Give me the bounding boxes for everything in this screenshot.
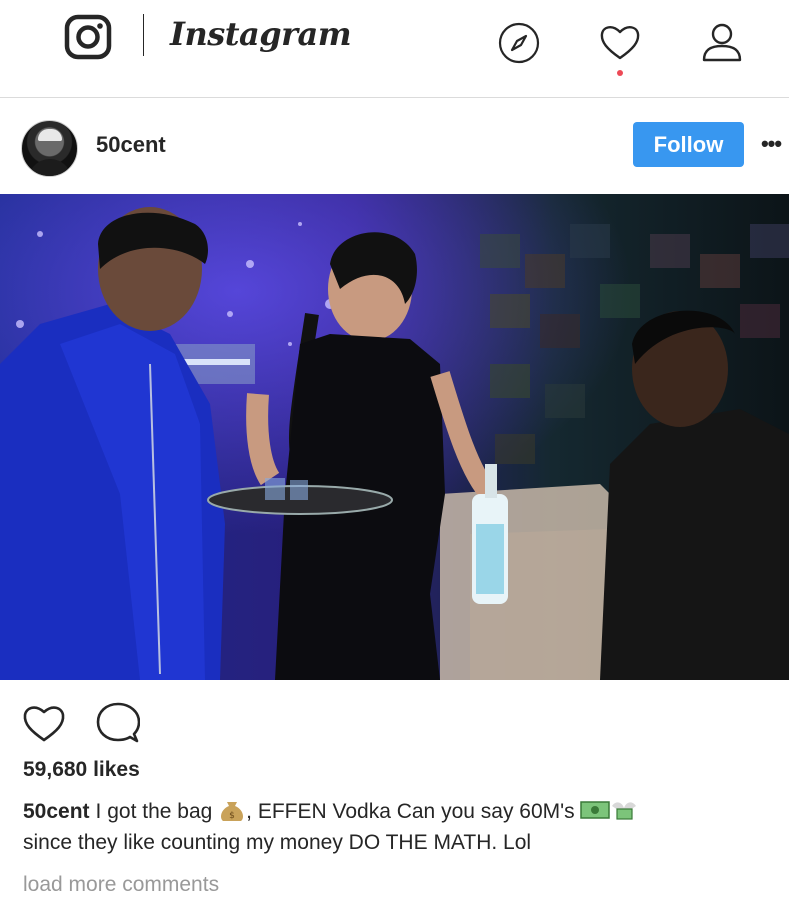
avatar-shoulders-shape [28, 159, 72, 176]
likes-count[interactable]: 59,680 likes [23, 758, 140, 782]
more-options-icon[interactable]: ••• [756, 126, 786, 162]
post-header: 50cent Follow ••• [0, 98, 789, 194]
post-photo-scene [0, 194, 789, 680]
caption-text-part3: since they like counting my money DO THE… [23, 831, 532, 854]
notification-dot [617, 70, 623, 76]
logo-divider [143, 14, 144, 56]
caption-text-part2: , EFFEN Vodka Can you say 60M's [246, 800, 575, 823]
post-actions-area: 59,680 likes 50cent I got the bag $ , EFF… [0, 680, 789, 903]
like-heart-icon[interactable] [22, 703, 66, 743]
activity-heart-icon[interactable] [599, 22, 641, 64]
post-photo[interactable] [0, 194, 789, 680]
avatar-cap-shape [38, 129, 62, 141]
top-navigation-bar: Instagram [0, 0, 789, 98]
post-username[interactable]: 50cent [96, 132, 166, 158]
money-bag-emoji: $ [221, 802, 244, 821]
explore-compass-icon[interactable] [498, 22, 540, 64]
money-with-wings-emoji [612, 802, 637, 820]
post-caption: 50cent I got the bag $ , EFFEN Vodka Can … [23, 796, 763, 858]
caption-text-part1: I got the bag [95, 800, 213, 823]
follow-button[interactable]: Follow [633, 122, 744, 167]
caption-username[interactable]: 50cent [23, 800, 90, 823]
profile-person-icon[interactable] [701, 22, 743, 64]
instagram-wordmark[interactable]: Instagram [170, 12, 352, 56]
avatar[interactable] [21, 120, 78, 177]
load-more-comments-link[interactable]: load more comments [23, 873, 219, 897]
svg-text:$: $ [229, 811, 235, 821]
instagram-camera-icon[interactable] [64, 14, 112, 60]
comment-bubble-icon[interactable] [96, 702, 140, 744]
dollar-banknote-emoji [580, 801, 611, 819]
